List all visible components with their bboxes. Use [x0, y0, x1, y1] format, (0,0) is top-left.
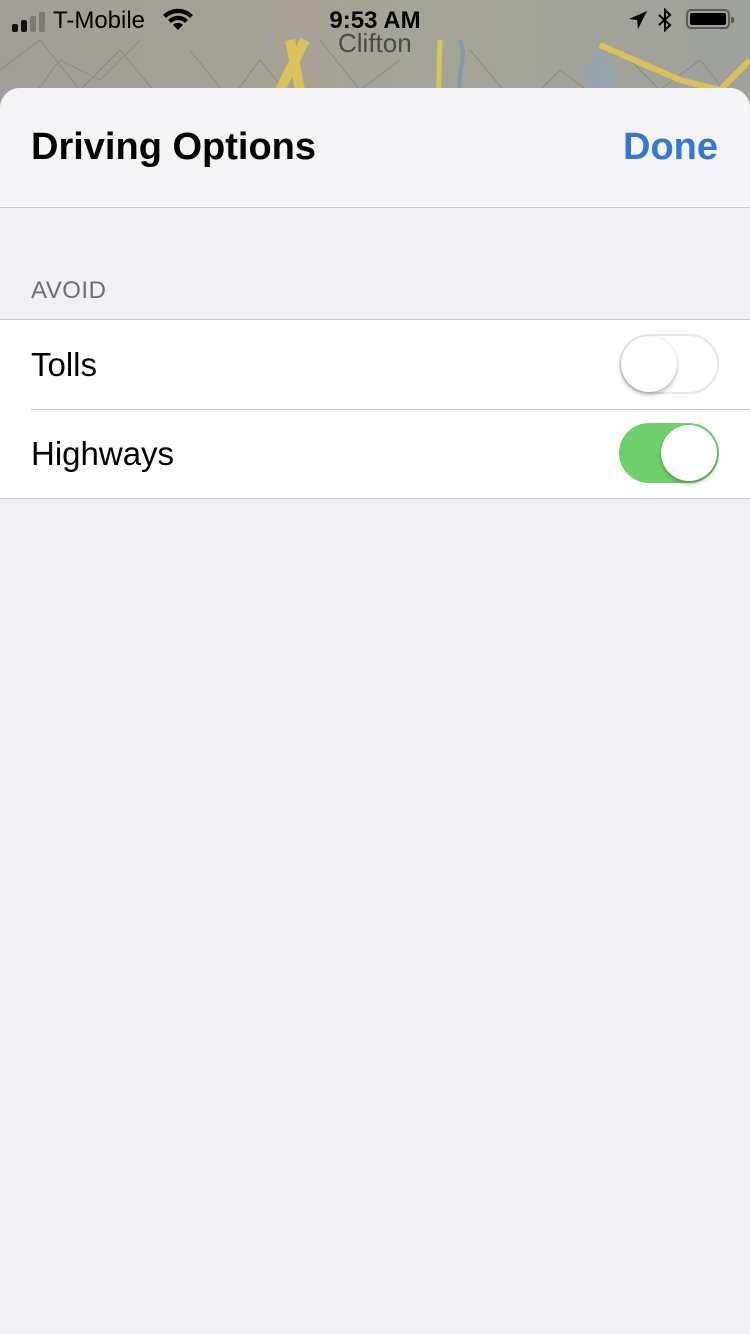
- avoid-section-header: AVOID: [31, 277, 107, 304]
- battery-icon: [686, 9, 734, 29]
- highways-toggle[interactable]: [619, 423, 719, 483]
- tolls-toggle[interactable]: [619, 334, 719, 394]
- toggle-knob: [621, 336, 677, 392]
- avoid-options-list: Tolls Highways: [0, 319, 750, 499]
- driving-options-sheet: Driving Options Done AVOID Tolls Highway…: [0, 88, 750, 1334]
- highways-label: Highways: [31, 435, 175, 472]
- bluetooth-icon: [656, 7, 674, 39]
- tolls-row: Tolls: [0, 320, 750, 409]
- location-arrow-icon: [627, 9, 649, 38]
- navigation-bar: Driving Options Done: [0, 88, 750, 208]
- highways-row: Highways: [0, 409, 750, 498]
- toggle-knob: [661, 425, 717, 481]
- done-button[interactable]: Done: [623, 126, 718, 169]
- page-title: Driving Options: [31, 126, 316, 168]
- tolls-label: Tolls: [31, 346, 98, 383]
- status-bar: T-Mobile 9:53 AM: [0, 0, 750, 40]
